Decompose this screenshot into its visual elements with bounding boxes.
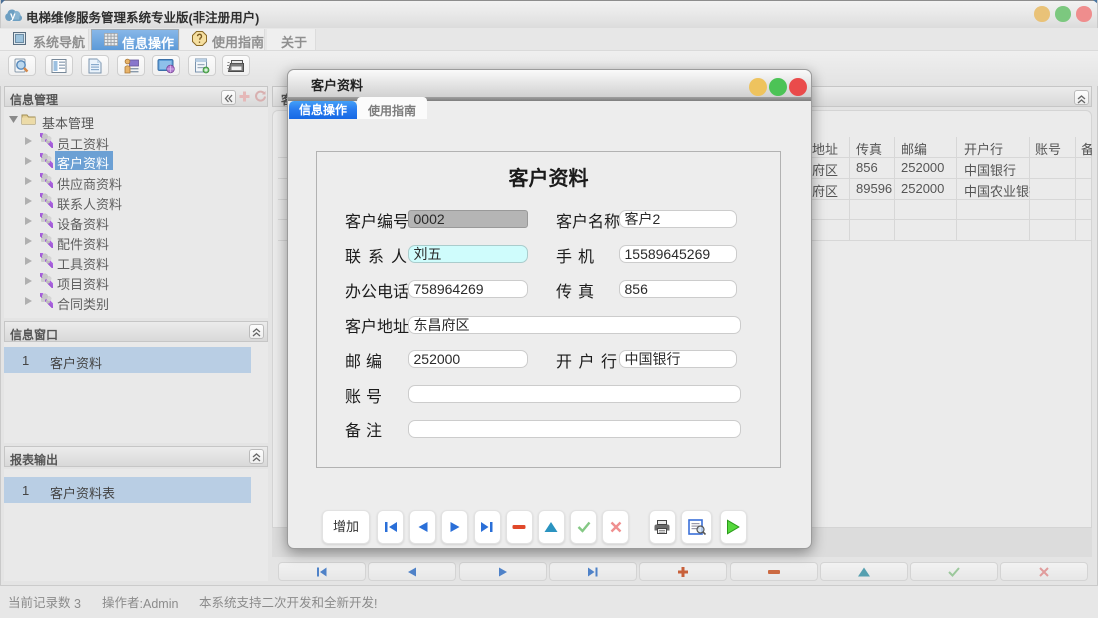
- svg-text:y: y: [10, 11, 16, 22]
